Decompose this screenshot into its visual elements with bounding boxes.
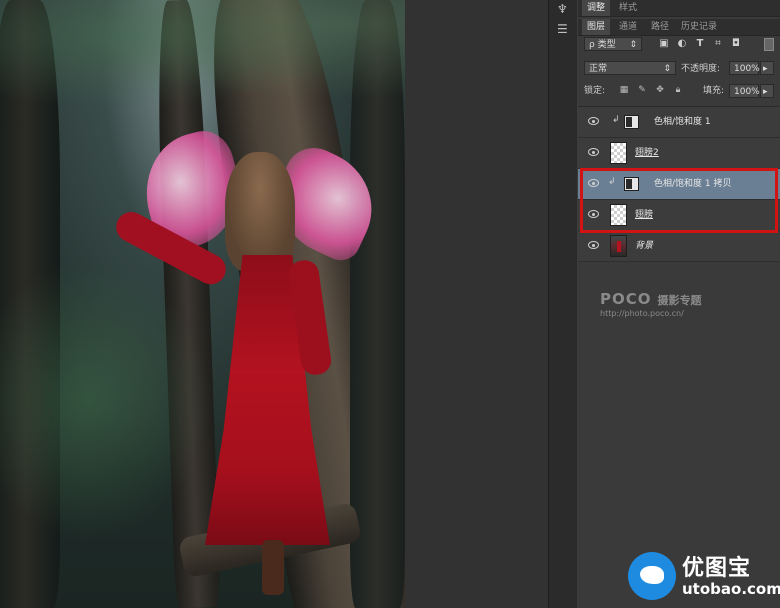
fill-dropdown-button[interactable]: ▸ xyxy=(760,84,774,98)
tab-history[interactable]: 历史记录 xyxy=(676,19,722,35)
tab-paths[interactable]: 路径 xyxy=(646,19,674,35)
visibility-eye-icon[interactable] xyxy=(588,117,599,125)
background-photo-thumbnail xyxy=(610,235,627,257)
utobao-watermark: 优图宝 utobao.com xyxy=(624,548,780,608)
opacity-dropdown-button[interactable]: ▸ xyxy=(760,61,774,75)
layer-wings-2[interactable]: 翅膀2 xyxy=(578,138,780,169)
layer-name: 背景 xyxy=(635,241,654,251)
filter-toggle-icon[interactable] xyxy=(764,38,774,51)
layer-kind-filter-select[interactable]: ρ 类型 ⇕ xyxy=(584,37,642,51)
shape-filter-icon[interactable]: ⌗ xyxy=(712,38,724,50)
foliage-top xyxy=(0,0,405,120)
red-highlight-box xyxy=(580,168,778,233)
layer-hue-saturation-1[interactable]: ↲ 色相/饱和度 1 xyxy=(578,107,780,138)
properties-sliders-icon[interactable]: ☰ xyxy=(557,22,568,36)
tab-styles[interactable]: 样式 xyxy=(614,0,642,16)
tab-layers[interactable]: 图层 xyxy=(582,19,611,35)
opacity-value: 100% xyxy=(734,64,760,74)
chevron-updown-icon: ⇕ xyxy=(663,64,671,74)
lock-transparent-icon[interactable]: ▦ xyxy=(618,84,630,96)
lock-image-icon[interactable]: ✎ xyxy=(636,84,648,96)
filter-kind-value: ρ 类型 xyxy=(589,40,616,50)
smart-object-filter-icon[interactable]: ◘ xyxy=(730,38,742,50)
woman-hair xyxy=(225,152,295,272)
forest-fairy-photo xyxy=(0,0,405,608)
woman-boots xyxy=(262,540,284,595)
lock-label: 锁定: xyxy=(584,86,606,96)
chevron-updown-icon: ⇕ xyxy=(629,40,637,50)
poco-url: http://photo.poco.cn/ xyxy=(600,309,684,318)
adjustment-filter-icon[interactable]: ◐ xyxy=(676,38,688,50)
visibility-eye-icon[interactable] xyxy=(588,148,599,156)
blend-mode-select[interactable]: 正常 ⇕ xyxy=(584,61,676,75)
image-filter-icon[interactable]: ▣ xyxy=(658,38,670,50)
poco-subtitle: 摄影专题 xyxy=(657,294,702,307)
site-url: utobao.com xyxy=(682,580,780,598)
clipping-mask-arrow-icon: ↲ xyxy=(612,115,620,125)
fill-field[interactable]: 100% xyxy=(729,84,760,98)
layer-background[interactable]: 背景 xyxy=(578,231,780,262)
bird-logo-icon xyxy=(628,552,676,600)
panel-icon-strip: ♆ ☰ xyxy=(548,0,577,608)
foliage-left xyxy=(0,250,220,550)
adjustments-icon[interactable]: ♆ xyxy=(557,2,568,16)
opacity-label: 不透明度: xyxy=(681,64,721,74)
fill-value: 100% xyxy=(734,87,760,97)
visibility-eye-icon[interactable] xyxy=(588,241,599,249)
lock-position-icon[interactable]: ✥ xyxy=(654,84,666,96)
layer-name: 色相/饱和度 1 xyxy=(654,117,711,127)
fill-label: 填充: xyxy=(703,86,725,96)
adjustments-tab-row: 调整 样式 xyxy=(578,0,780,17)
site-title: 优图宝 xyxy=(682,556,752,581)
blend-mode-value: 正常 xyxy=(589,64,608,74)
tab-adjustments[interactable]: 调整 xyxy=(582,0,611,16)
adjustment-layer-thumbnail xyxy=(624,115,639,129)
type-filter-icon[interactable]: T xyxy=(694,38,706,50)
opacity-field[interactable]: 100% xyxy=(729,61,760,75)
tab-channels[interactable]: 通道 xyxy=(614,19,642,35)
lock-all-icon[interactable]: 🔒︎ xyxy=(672,84,684,96)
layer-name: 翅膀2 xyxy=(635,148,659,158)
transparent-layer-thumbnail xyxy=(610,142,627,164)
poco-logo-text: POCO xyxy=(600,290,652,308)
poco-watermark: POCO 摄影专题 http://photo.poco.cn/ xyxy=(600,290,702,318)
layers-tab-row: 图层 通道 路径 历史记录 xyxy=(578,19,780,36)
document-canvas[interactable] xyxy=(0,0,548,608)
